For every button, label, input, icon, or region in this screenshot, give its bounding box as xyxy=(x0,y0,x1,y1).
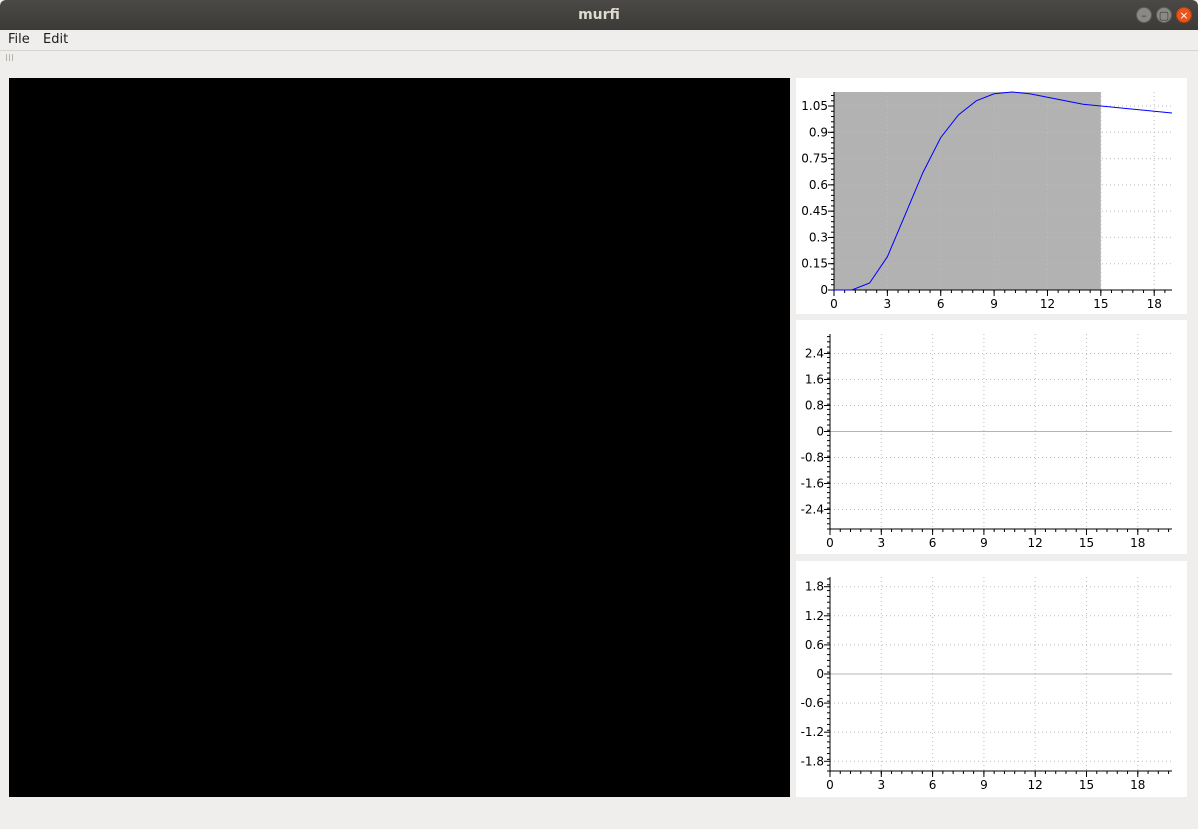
x-tick-label: 3 xyxy=(877,536,885,550)
design-plot-panel: 0 3 6 9 12 15 18 0 0.15 0.3 0.45 0.6 0.75 0.9 1.05 xyxy=(796,78,1187,314)
y-tick-label: 0 xyxy=(820,283,828,297)
y-tick-label: 1.6 xyxy=(805,373,824,387)
x-tick-label: 0 xyxy=(830,297,838,311)
y-tick-label: 0.75 xyxy=(801,152,828,166)
maximize-icon: ▢ xyxy=(1158,9,1170,22)
close-icon: × xyxy=(1179,9,1189,22)
motion-plot[interactable]: 0 3 6 9 12 15 18 1.8 1.2 0.6 0 -0.6 -1.2 -1.8 xyxy=(796,561,1187,797)
x-tick-label: 9 xyxy=(980,536,988,550)
x-tick-label: 0 xyxy=(826,536,834,550)
y-tick-label: -0.6 xyxy=(801,696,824,710)
x-tick-label: 6 xyxy=(937,297,945,311)
x-tick-label: 18 xyxy=(1130,536,1145,550)
y-tick-label: -2.4 xyxy=(801,503,824,517)
brain-image-view[interactable] xyxy=(9,78,790,797)
design-plot[interactable]: 0 3 6 9 12 15 18 0 0.15 0.3 0.45 0.6 0.75 0.9 1.05 xyxy=(796,78,1187,314)
x-tick-label: 12 xyxy=(1028,536,1043,550)
title-bar: murfi – ▢ × xyxy=(0,0,1198,30)
x-tick-label: 3 xyxy=(884,297,892,311)
minimize-button[interactable]: – xyxy=(1136,7,1152,23)
y-tick-label: 0.45 xyxy=(801,204,828,218)
y-tick-label: 0.3 xyxy=(809,230,828,244)
menu-edit[interactable]: Edit xyxy=(43,32,68,47)
x-tick-label: 15 xyxy=(1079,536,1094,550)
y-tick-label: 0.9 xyxy=(809,125,828,139)
x-tick-label: 9 xyxy=(990,297,998,311)
x-tick-label: 18 xyxy=(1130,778,1145,792)
y-tick-label: -1.6 xyxy=(801,477,824,491)
close-button[interactable]: × xyxy=(1176,7,1192,23)
toolbar xyxy=(0,50,1198,65)
status-bar xyxy=(0,800,1198,829)
y-tick-label: 1.05 xyxy=(801,99,828,113)
y-tick-label: -1.8 xyxy=(801,754,824,768)
y-tick-label: 0.8 xyxy=(805,399,824,413)
x-tick-label: 15 xyxy=(1079,778,1094,792)
y-tick-label: -1.2 xyxy=(801,725,824,739)
y-tick-label: 0 xyxy=(816,667,824,681)
activation-plot[interactable]: 0 3 6 9 12 15 18 2.4 1.6 0.8 0 -0.8 -1.6 -2.4 xyxy=(796,320,1187,554)
x-tick-label: 15 xyxy=(1093,297,1108,311)
x-tick-label: 18 xyxy=(1147,297,1162,311)
menu-file[interactable]: File xyxy=(8,32,30,47)
task-block-region xyxy=(834,92,1101,290)
x-tick-label: 0 xyxy=(826,778,834,792)
activation-plot-panel: 0 3 6 9 12 15 18 2.4 1.6 0.8 0 -0.8 -1.6 -2.4 xyxy=(796,320,1187,554)
motion-plot-panel: 0 3 6 9 12 15 18 1.8 1.2 0.6 0 -0.6 -1.2 -1.8 xyxy=(796,561,1187,797)
y-tick-label: 0.6 xyxy=(809,178,828,192)
y-tick-label: 1.2 xyxy=(805,609,824,623)
maximize-button[interactable]: ▢ xyxy=(1156,7,1172,23)
minimize-icon: – xyxy=(1141,9,1147,22)
x-tick-label: 12 xyxy=(1028,778,1043,792)
x-tick-label: 6 xyxy=(929,536,937,550)
y-tick-label: 0.6 xyxy=(805,638,824,652)
toolbar-handle[interactable] xyxy=(6,54,14,61)
y-tick-label: -0.8 xyxy=(801,451,824,465)
y-tick-label: 2.4 xyxy=(805,347,824,361)
x-tick-label: 3 xyxy=(877,778,885,792)
y-tick-label: 0.15 xyxy=(801,257,828,271)
y-tick-label: 1.8 xyxy=(805,580,824,594)
x-tick-label: 9 xyxy=(980,778,988,792)
y-tick-label: 0 xyxy=(816,425,824,439)
window-title: murfi xyxy=(578,7,620,23)
x-tick-label: 12 xyxy=(1040,297,1055,311)
menu-bar: File Edit xyxy=(0,30,1198,50)
x-tick-label: 6 xyxy=(929,778,937,792)
